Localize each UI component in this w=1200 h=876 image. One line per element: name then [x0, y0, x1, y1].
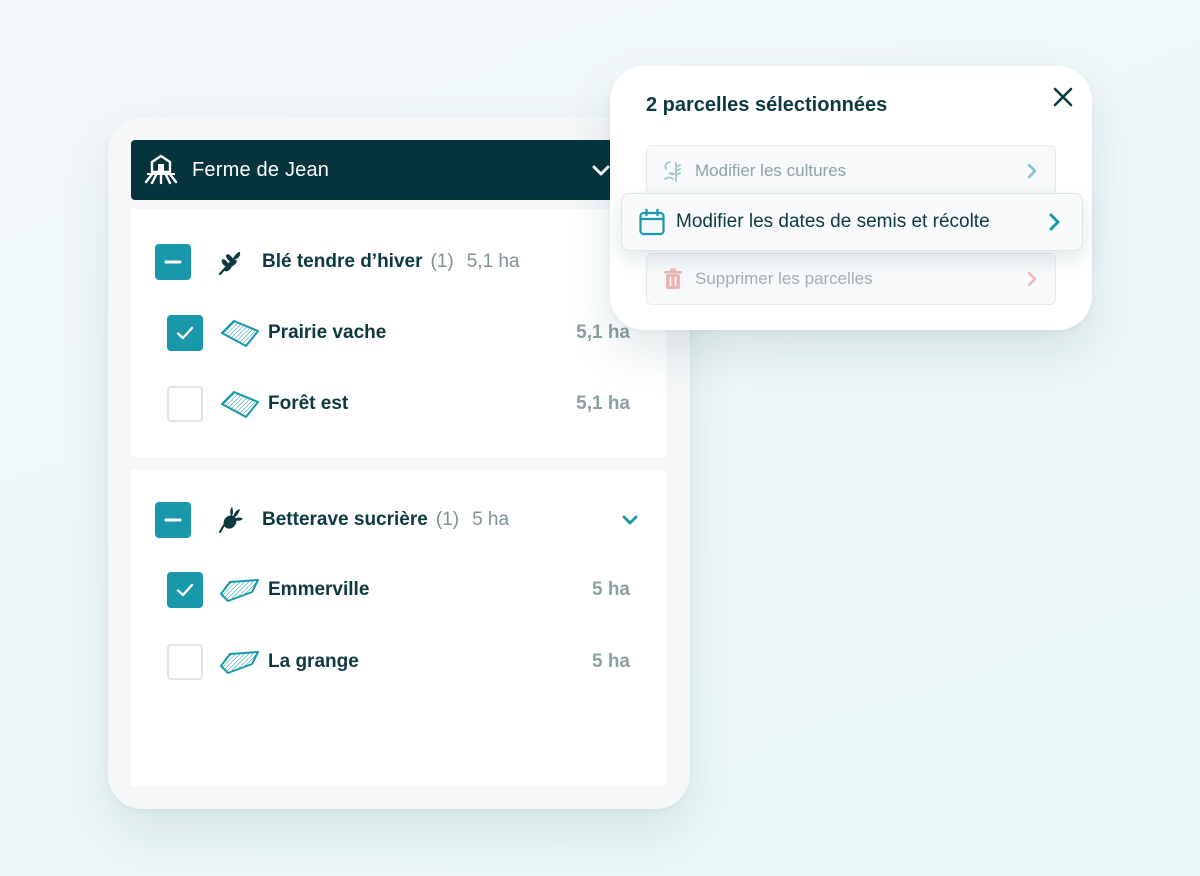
crop-count: (1)	[435, 509, 460, 530]
parcel-name: Emmerville	[268, 579, 370, 600]
parcel-checkbox[interactable]	[167, 572, 203, 608]
crop-name: Betterave sucrière	[262, 509, 428, 530]
parcel-row[interactable]: Forêt est 5,1 ha	[131, 386, 666, 422]
beet-icon	[219, 507, 243, 533]
parcel-row[interactable]: Emmerville 5 ha	[131, 572, 666, 608]
calendar-icon	[639, 208, 665, 236]
chevron-right-icon	[1027, 271, 1037, 287]
parcel-shape-icon	[220, 651, 259, 674]
action-label: Modifier les dates de semis et récolte	[676, 211, 990, 232]
parcel-name: Prairie vache	[268, 322, 387, 343]
popup-title: 2 parcelles sélectionnées	[646, 94, 888, 116]
crop-group-header: Blé tendre d’hiver (1) 5,1 ha	[131, 244, 666, 280]
minus-icon	[164, 260, 182, 264]
parcel-shape-icon	[221, 391, 259, 418]
delete-parcels-button[interactable]: Supprimer les parcelles	[646, 253, 1056, 305]
farm-logo-icon	[144, 154, 178, 185]
farm-name: Ferme de Jean	[192, 158, 330, 181]
parcel-area: 5 ha	[591, 651, 630, 672]
crop-group-header: Betterave sucrière (1) 5 ha	[131, 502, 666, 538]
parcel-name: La grange	[268, 651, 359, 672]
crop-area: 5 ha	[472, 509, 510, 530]
minus-icon	[164, 518, 182, 522]
close-icon[interactable]	[1050, 84, 1076, 110]
parcel-area: 5,1 ha	[576, 322, 630, 343]
crop-name: Blé tendre d’hiver	[262, 251, 423, 272]
checkmark-icon	[176, 326, 194, 340]
chevron-right-icon	[1049, 213, 1060, 231]
group-checkbox[interactable]	[155, 244, 191, 280]
crop-group-betterave: Betterave sucrière (1) 5 ha Emmerville 5…	[131, 470, 666, 786]
parcel-checkbox[interactable]	[167, 315, 203, 351]
group-checkbox[interactable]	[155, 502, 191, 538]
crop-count: (1)	[430, 251, 454, 272]
chevron-down-icon[interactable]	[619, 509, 641, 531]
farm-selector[interactable]: Ferme de Jean	[131, 140, 690, 200]
crops-icon	[664, 161, 681, 182]
parcel-row[interactable]: La grange 5 ha	[131, 644, 666, 680]
parcel-row[interactable]: Prairie vache 5,1 ha	[131, 315, 666, 351]
wheat-icon	[218, 251, 241, 276]
edit-dates-button[interactable]: Modifier les dates de semis et récolte	[621, 193, 1083, 251]
checkmark-icon	[176, 583, 194, 597]
parcel-shape-icon	[220, 579, 259, 602]
parcel-name: Forêt est	[268, 393, 349, 414]
parcel-checkbox[interactable]	[167, 644, 203, 680]
action-label: Supprimer les parcelles	[695, 269, 873, 288]
farm-panel: Ferme de Jean Blé tendre d’hiver (1) 5,1…	[108, 117, 690, 809]
edit-crops-button[interactable]: Modifier les cultures	[646, 145, 1056, 197]
parcel-checkbox[interactable]	[167, 386, 203, 422]
crop-group-ble: Blé tendre d’hiver (1) 5,1 ha Prairie va…	[131, 209, 666, 457]
parcel-area: 5 ha	[591, 579, 630, 600]
trash-icon	[664, 268, 682, 289]
chevron-right-icon	[1027, 163, 1037, 179]
parcel-area: 5,1 ha	[576, 393, 630, 414]
action-label: Modifier les cultures	[695, 161, 847, 180]
crop-area: 5,1 ha	[466, 251, 520, 272]
parcel-shape-icon	[221, 320, 259, 347]
